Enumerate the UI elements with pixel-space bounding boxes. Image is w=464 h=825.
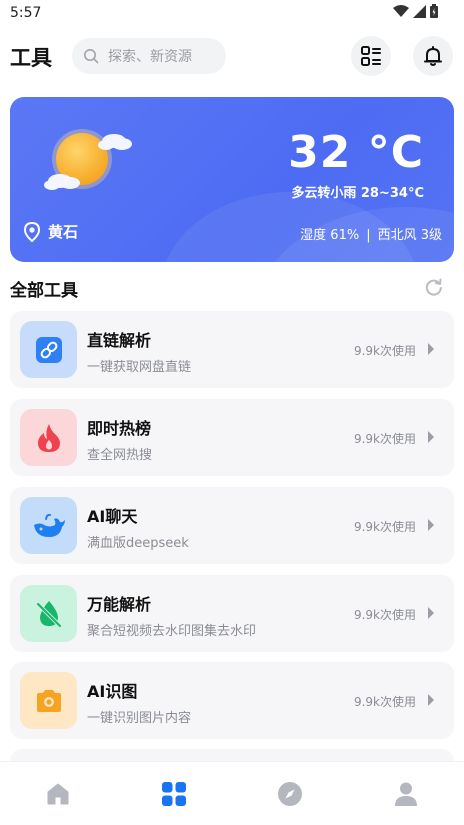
tool-description: 查全网热搜 bbox=[87, 448, 153, 463]
camera-icon bbox=[36, 689, 61, 712]
wifi-icon bbox=[393, 4, 409, 17]
tool-description: 聚合短视频去水印图集去水印 bbox=[87, 624, 257, 639]
tool-usage-count: 9.9k次使用 bbox=[353, 608, 416, 622]
tool-usage-count: 9.9k次使用 bbox=[353, 520, 416, 534]
battery-icon bbox=[430, 4, 438, 18]
tool-icon-box bbox=[20, 321, 77, 378]
tool-card-ai-chat[interactable]: AI聊天 满血版deepseek 9.9k次使用 bbox=[10, 487, 454, 564]
no-watermark-icon bbox=[35, 600, 62, 628]
bottom-nav bbox=[0, 761, 464, 825]
nav-profile[interactable] bbox=[348, 762, 464, 825]
nav-discover[interactable] bbox=[232, 762, 348, 825]
weather-description: 多云转小雨 28~34°C bbox=[291, 186, 424, 201]
tool-usage-count: 9.9k次使用 bbox=[353, 344, 416, 358]
location-name: 黄石 bbox=[48, 223, 79, 241]
tool-name: 即时热榜 bbox=[87, 419, 152, 438]
list-button[interactable] bbox=[351, 36, 391, 76]
notification-button[interactable] bbox=[413, 36, 453, 76]
tool-card-ai-image[interactable]: AI识图 一键识别图片内容 9.9k次使用 bbox=[10, 662, 454, 739]
tool-usage-count: 9.9k次使用 bbox=[353, 432, 416, 446]
weather-extra: 湿度 61% | 西北风 3级 bbox=[300, 224, 442, 243]
location[interactable]: 黄石 bbox=[24, 221, 78, 242]
tool-card-link[interactable]: 直链解析 一键获取网盘直链 9.9k次使用 bbox=[10, 311, 454, 388]
list-icon bbox=[361, 46, 381, 66]
location-pin-icon bbox=[24, 221, 40, 242]
nav-tools[interactable] bbox=[116, 762, 232, 825]
humidity: 湿度 61% bbox=[300, 228, 360, 243]
tool-card-partial[interactable] bbox=[10, 749, 454, 761]
grid-icon bbox=[162, 781, 186, 806]
refresh-icon[interactable] bbox=[424, 277, 444, 297]
tool-name: AI聊天 bbox=[87, 507, 138, 526]
tool-description: 一键识别图片内容 bbox=[87, 711, 192, 726]
link-icon bbox=[35, 336, 62, 363]
home-icon bbox=[47, 783, 69, 804]
page-title: 工具 bbox=[10, 46, 52, 70]
search-placeholder: 探索、新资源 bbox=[108, 49, 192, 65]
play-arrow-icon bbox=[428, 519, 434, 531]
tool-description: 满血版deepseek bbox=[87, 536, 189, 551]
compass-icon bbox=[278, 781, 302, 806]
section-title: 全部工具 bbox=[10, 281, 78, 301]
tool-usage-count: 9.9k次使用 bbox=[353, 695, 416, 709]
tool-icon-box bbox=[20, 585, 77, 642]
tool-name: 万能解析 bbox=[87, 595, 152, 614]
signal-icon bbox=[413, 4, 426, 18]
fire-icon bbox=[37, 423, 60, 452]
partly-cloudy-icon bbox=[44, 129, 132, 190]
search-input[interactable]: 探索、新资源 bbox=[72, 38, 226, 74]
status-bar: 5:57 bbox=[0, 0, 464, 28]
play-arrow-icon bbox=[428, 431, 434, 443]
status-time: 5:57 bbox=[10, 5, 42, 21]
separator: | bbox=[366, 228, 371, 243]
wind: 西北风 3级 bbox=[377, 228, 442, 243]
play-arrow-icon bbox=[428, 343, 434, 355]
play-arrow-icon bbox=[428, 694, 434, 706]
tool-name: AI识图 bbox=[87, 682, 138, 701]
weather-card[interactable]: 32 °C 多云转小雨 28~34°C 黄石 湿度 61% | 西北风 3级 bbox=[10, 97, 454, 262]
user-icon bbox=[395, 782, 417, 806]
tool-name: 直链解析 bbox=[87, 331, 152, 350]
status-icons bbox=[393, 4, 438, 18]
temperature: 32 °C bbox=[288, 127, 424, 178]
tool-card-hot[interactable]: 即时热榜 查全网热搜 9.9k次使用 bbox=[10, 399, 454, 476]
tool-icon-box bbox=[20, 497, 77, 554]
tool-icon-box bbox=[20, 409, 77, 466]
tool-description: 一键获取网盘直链 bbox=[87, 360, 192, 375]
tool-card-parse[interactable]: 万能解析 聚合短视频去水印图集去水印 9.9k次使用 bbox=[10, 575, 454, 652]
whale-icon bbox=[33, 513, 65, 537]
bell-icon bbox=[424, 46, 442, 66]
nav-home[interactable] bbox=[0, 762, 116, 825]
tool-icon-box bbox=[20, 672, 77, 729]
header: 工具 探索、新资源 bbox=[0, 36, 464, 78]
play-arrow-icon bbox=[428, 607, 434, 619]
search-icon bbox=[84, 49, 99, 64]
